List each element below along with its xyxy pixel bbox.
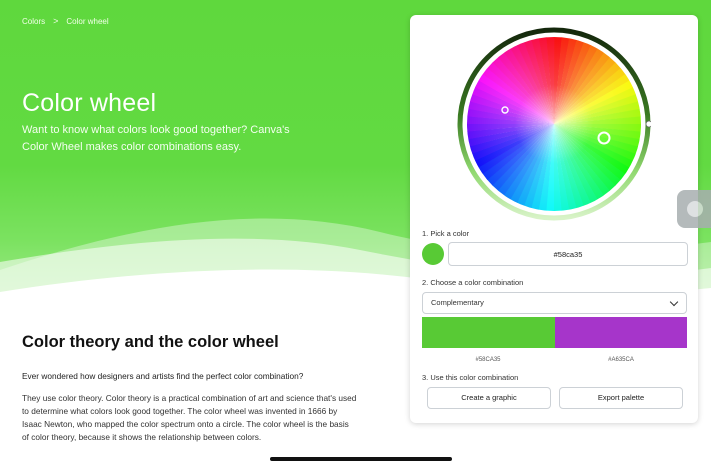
page-title: Color wheel	[22, 89, 157, 117]
floating-side-handle[interactable]	[677, 190, 711, 228]
color-wheel-card: 1. Pick a color 2. Choose a color combin…	[410, 15, 698, 423]
palette-strip	[422, 317, 687, 348]
step-2-label: 2. Choose a color combination	[422, 278, 524, 287]
palette-color-2[interactable]	[554, 317, 687, 348]
section-title: Color theory and the color wheel	[22, 333, 279, 351]
breadcrumb-current-link[interactable]: Color wheel	[66, 17, 108, 26]
breadcrumb-colors-link[interactable]: Colors	[22, 17, 45, 26]
selected-color-swatch[interactable]	[422, 243, 444, 265]
hue-disc[interactable]	[464, 34, 644, 214]
create-graphic-button[interactable]: Create a graphic	[427, 387, 551, 409]
ring-handle[interactable]	[645, 120, 653, 128]
step-3-label: 3. Use this color combination	[422, 373, 519, 382]
section-intro: Ever wondered how designers and artists …	[22, 371, 304, 381]
color-wheel[interactable]	[457, 27, 653, 221]
palette-color-1[interactable]	[422, 317, 555, 348]
chevron-right-icon: >	[53, 16, 59, 26]
palette-hex-2: #A635CA	[608, 357, 634, 363]
combination-select[interactable]: Complementary	[422, 292, 687, 314]
combination-selected-value: Complementary	[431, 298, 484, 307]
palette-hex-1: #58CA35	[475, 357, 501, 363]
assistive-touch-icon	[687, 201, 703, 217]
hero-subtitle: Want to know what colors look good toget…	[22, 124, 290, 153]
step-1-label: 1. Pick a color	[422, 229, 470, 238]
home-indicator	[270, 457, 452, 461]
export-palette-button[interactable]: Export palette	[559, 387, 683, 409]
chevron-down-icon	[669, 297, 679, 307]
color-wheel-container	[457, 27, 653, 221]
section-body: They use color theory. Color theory is a…	[22, 393, 357, 442]
hex-color-input[interactable]	[448, 242, 688, 266]
breadcrumb: Colors > Color wheel	[22, 16, 109, 26]
